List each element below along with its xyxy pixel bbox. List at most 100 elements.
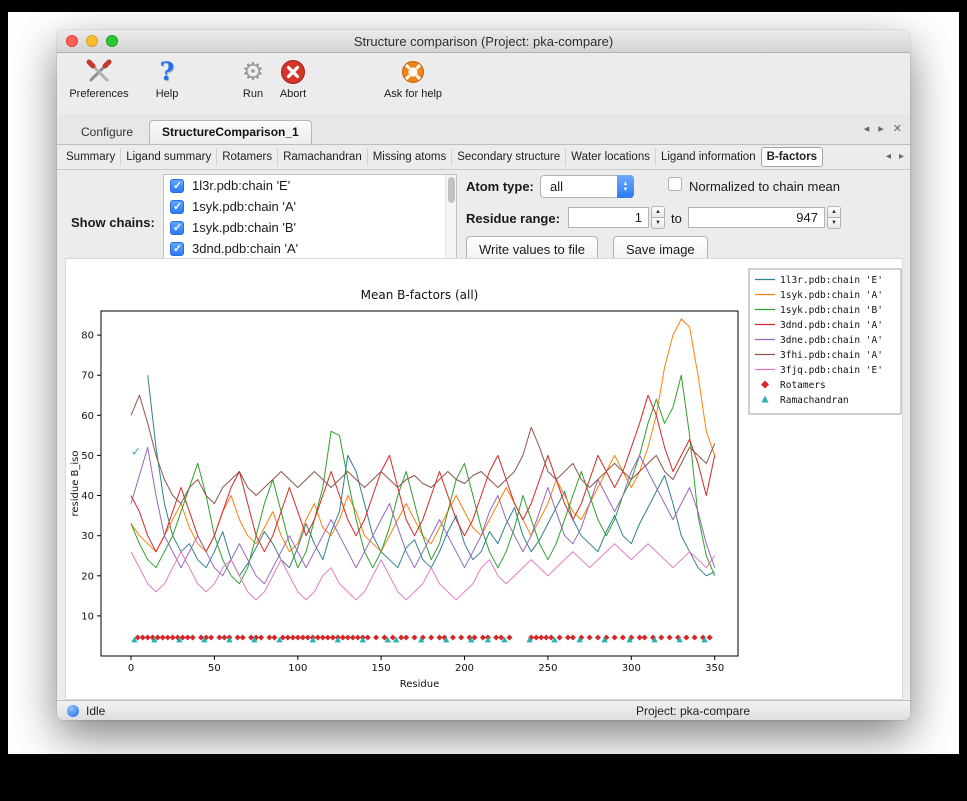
scrollbar-thumb[interactable] — [448, 177, 455, 203]
atom-type-select[interactable]: all ▲▼ — [540, 175, 634, 198]
svg-text:Ramachandran: Ramachandran — [780, 395, 849, 406]
list-item[interactable]: 1syk.pdb:chain 'A' — [164, 196, 456, 217]
chain-list: 1l3r.pdb:chain 'E' 1syk.pdb:chain 'A' 1s… — [163, 174, 457, 262]
tools-icon — [86, 58, 112, 86]
normalized-checkbox[interactable] — [668, 177, 682, 191]
normalized-label: Normalized to chain mean — [689, 179, 840, 194]
app-window: Structure comparison (Project: pka-compa… — [57, 30, 910, 720]
svg-text:10: 10 — [81, 611, 94, 622]
residue-from-field[interactable]: 1 — [568, 207, 649, 228]
residue-to-stepper[interactable]: ▲▼ — [827, 206, 841, 229]
tab-close-icon[interactable]: ✕ — [893, 122, 902, 135]
tab-rotamers[interactable]: Rotamers — [216, 148, 277, 166]
close-button[interactable] — [66, 35, 78, 47]
tab-ligand-information[interactable]: Ligand information — [655, 148, 761, 166]
tab-configure[interactable]: Configure — [69, 121, 145, 144]
chain-label: 1l3r.pdb:chain 'E' — [192, 178, 290, 193]
window-title: Structure comparison (Project: pka-compa… — [354, 34, 613, 49]
abort-icon — [280, 58, 306, 86]
svg-text:200: 200 — [455, 663, 474, 674]
project-name-label: Project: pka-compare — [636, 704, 750, 718]
document-tab-bar: Configure StructureComparison_1 ◂ ▸ ✕ — [57, 114, 910, 145]
run-button[interactable]: ⚙ Run — [233, 58, 273, 100]
chain-checkbox[interactable] — [170, 221, 184, 235]
tab-ligand-summary[interactable]: Ligand summary — [120, 148, 216, 166]
chain-checkbox[interactable] — [170, 242, 184, 256]
svg-text:3fhi.pdb:chain 'A': 3fhi.pdb:chain 'A' — [780, 350, 883, 361]
svg-text:Rotamers: Rotamers — [780, 380, 826, 391]
atom-type-value: all — [541, 179, 617, 194]
desktop-background: Structure comparison (Project: pka-compa… — [8, 12, 959, 754]
plot-panel: Mean B-factors (all) 0 50 100 150 200 250 300 35… — [65, 258, 903, 700]
svg-text:1l3r.pdb:chain 'E': 1l3r.pdb:chain 'E' — [780, 275, 883, 286]
toolbar-label: Help — [156, 88, 179, 100]
residue-range-label: Residue range: — [466, 211, 560, 226]
residue-to-field[interactable]: 947 — [688, 207, 825, 228]
toolbar-label: Run — [243, 88, 263, 100]
list-item[interactable]: 1l3r.pdb:chain 'E' — [164, 175, 456, 196]
status-text: Idle — [86, 704, 105, 718]
chain-checkbox[interactable] — [170, 200, 184, 214]
tab-b-factors[interactable]: B-factors — [761, 147, 823, 167]
atom-type-label: Atom type: — [466, 179, 534, 194]
chain-label: 1syk.pdb:chain 'A' — [192, 199, 296, 214]
window-titlebar[interactable]: Structure comparison (Project: pka-compa… — [57, 30, 910, 53]
subtab-scroll-left-icon[interactable]: ◂ — [886, 151, 891, 162]
svg-text:100: 100 — [288, 663, 307, 674]
tab-structurecomparison-1[interactable]: StructureComparison_1 — [149, 120, 312, 144]
tab-summary[interactable]: Summary — [61, 148, 120, 166]
help-icon: ? — [160, 58, 175, 86]
svg-text:20: 20 — [81, 571, 94, 582]
bfactor-chart: Mean B-factors (all) 0 50 100 150 200 250 300 35… — [66, 259, 902, 699]
list-item[interactable]: 1syk.pdb:chain 'B' — [164, 217, 456, 238]
tab-scroll-left-icon[interactable]: ◂ — [864, 122, 870, 135]
toolbar-label: Abort — [280, 88, 306, 100]
zoom-button[interactable] — [106, 35, 118, 47]
tab-scroll-right-icon[interactable]: ▸ — [878, 122, 884, 135]
svg-text:Mean B-factors (all): Mean B-factors (all) — [361, 288, 479, 302]
svg-text:350: 350 — [705, 663, 724, 674]
traffic-lights — [66, 35, 118, 47]
report-tab-nav: ◂ ▸ — [886, 151, 904, 162]
svg-text:50: 50 — [81, 451, 94, 462]
svg-text:✓: ✓ — [131, 444, 141, 458]
minimize-button[interactable] — [86, 35, 98, 47]
svg-text:0: 0 — [128, 663, 134, 674]
svg-text:residue B_iso: residue B_iso — [70, 450, 81, 516]
list-item[interactable]: 3dnd.pdb:chain 'A' — [164, 238, 456, 259]
subtab-scroll-right-icon[interactable]: ▸ — [899, 151, 904, 162]
chain-checkbox[interactable] — [170, 179, 184, 193]
svg-text:Residue: Residue — [400, 679, 439, 690]
ask-for-help-button[interactable]: Ask for help — [371, 58, 455, 100]
tab-water-locations[interactable]: Water locations — [565, 148, 655, 166]
preferences-button[interactable]: Preferences — [63, 58, 135, 100]
svg-text:250: 250 — [538, 663, 557, 674]
tab-missing-atoms[interactable]: Missing atoms — [367, 148, 452, 166]
tab-secondary-structure[interactable]: Secondary structure — [451, 148, 565, 166]
svg-text:3dnd.pdb:chain 'A': 3dnd.pdb:chain 'A' — [780, 320, 883, 331]
residue-from-stepper[interactable]: ▲▼ — [651, 206, 665, 229]
abort-button[interactable]: Abort — [271, 58, 315, 100]
toolbar-label: Ask for help — [384, 88, 442, 100]
help-button[interactable]: ? Help — [147, 58, 187, 100]
svg-text:1syk.pdb:chain 'A': 1syk.pdb:chain 'A' — [780, 290, 883, 301]
tab-ramachandran[interactable]: Ramachandran — [277, 148, 367, 166]
show-chains-label: Show chains: — [71, 215, 155, 230]
svg-text:3dne.pdb:chain 'A': 3dne.pdb:chain 'A' — [780, 335, 883, 346]
status-dot-icon — [67, 705, 79, 717]
svg-text:30: 30 — [81, 531, 94, 542]
svg-text:70: 70 — [81, 371, 94, 382]
svg-text:300: 300 — [622, 663, 641, 674]
svg-text:80: 80 — [81, 331, 94, 342]
svg-text:40: 40 — [81, 491, 94, 502]
svg-text:50: 50 — [208, 663, 221, 674]
doc-tab-nav: ◂ ▸ ✕ — [864, 122, 902, 135]
report-tab-bar: Summary Ligand summary Rotamers Ramachan… — [57, 145, 910, 170]
toolbar: Preferences ? Help ⚙ Run Abort — [57, 53, 910, 114]
svg-text:150: 150 — [372, 663, 391, 674]
chain-list-scrollbar[interactable] — [445, 175, 456, 259]
gear-icon: ⚙ — [242, 58, 264, 86]
combo-stepper-icon[interactable]: ▲▼ — [617, 175, 634, 198]
chain-label: 3dnd.pdb:chain 'A' — [192, 241, 298, 256]
controls-panel: Show chains: 1l3r.pdb:chain 'E' 1syk.pdb… — [57, 170, 910, 266]
